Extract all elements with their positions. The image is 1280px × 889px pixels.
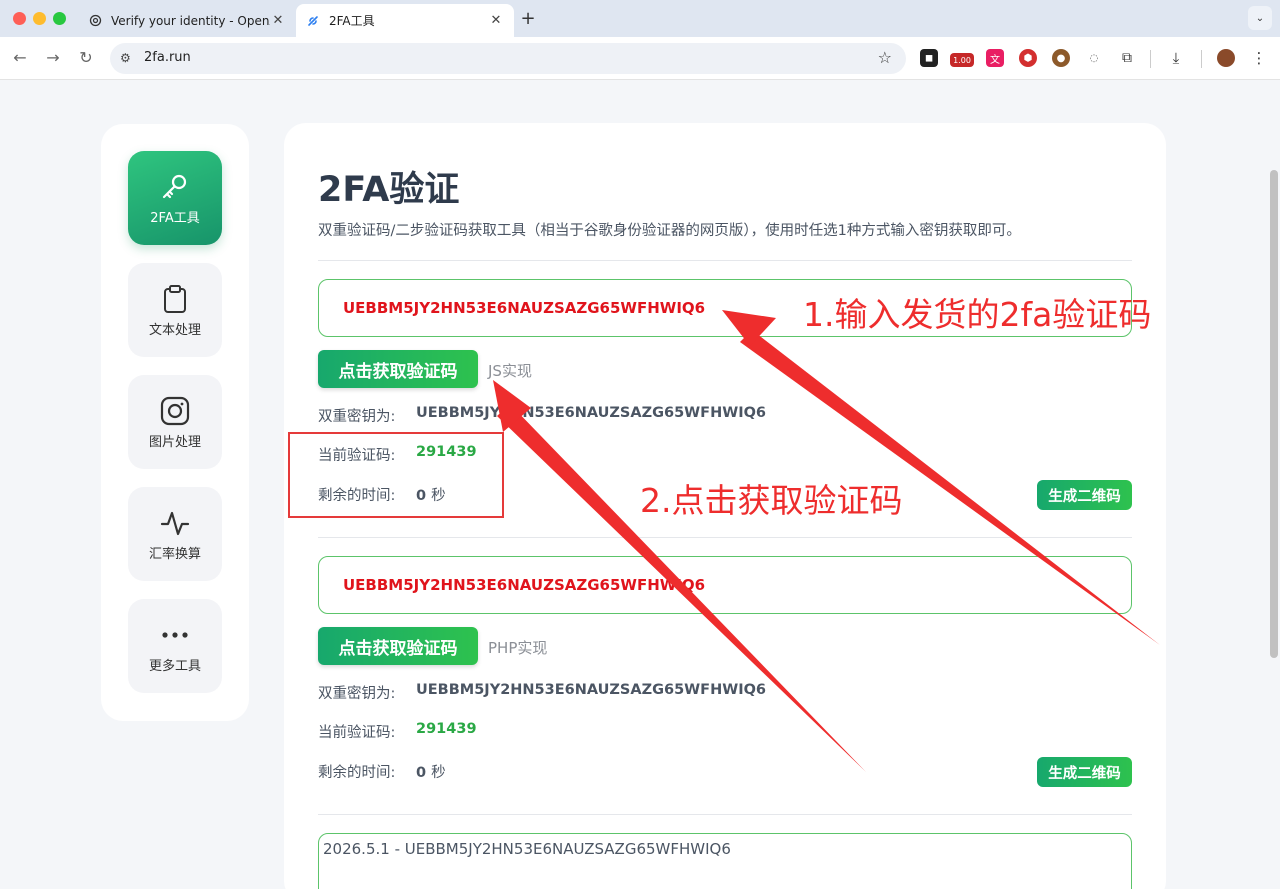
openai-icon (88, 14, 102, 28)
2fa-site-icon (306, 14, 320, 28)
divider (318, 814, 1132, 815)
toolbar-divider (1150, 50, 1151, 68)
sidebar-item-label: 更多工具 (148, 658, 201, 674)
close-window-button[interactable] (13, 12, 26, 25)
generate-qr-button-php[interactable]: 生成二维码 (1037, 757, 1132, 787)
close-tab-icon[interactable]: ✕ (488, 13, 504, 28)
more-dots-icon (161, 619, 189, 651)
impl-label: JS实现 (488, 362, 532, 380)
browser-tab-bar: Verify your identity - OpenAI ✕ 2FA工具 ✕ … (0, 0, 1280, 37)
divider (318, 260, 1132, 261)
reload-icon[interactable]: ↻ (76, 48, 96, 67)
secret-input-php[interactable]: UEBBM5JY2HN53E6NAUZSAZG65WFHWIQ6 (318, 556, 1132, 614)
close-tab-icon[interactable]: ✕ (270, 13, 286, 28)
highlight-box (288, 432, 504, 518)
sidebar-item-image[interactable]: 图片处理 (128, 375, 222, 469)
sidebar-item-label: 图片处理 (148, 434, 201, 450)
get-code-button-js[interactable]: 点击获取验证码 (318, 350, 478, 388)
sidebar-item-text[interactable]: 文本处理 (128, 263, 222, 357)
bookmark-star-icon[interactable]: ☆ (878, 48, 892, 67)
divider (318, 537, 1132, 538)
minimize-window-button[interactable] (33, 12, 46, 25)
shield-extension-icon[interactable]: ⬢ (1019, 49, 1037, 67)
batch-secrets-textarea[interactable]: 2026.5.1 - UEBBM5JY2HN53E6NAUZSAZG65WFHW… (318, 833, 1132, 889)
generate-qr-button-js[interactable]: 生成二维码 (1037, 480, 1132, 510)
download-icon[interactable]: ⤓ (1167, 49, 1185, 67)
browser-tab-openai[interactable]: Verify your identity - OpenAI ✕ (78, 4, 296, 37)
chat-extension-icon[interactable]: ◌ (1085, 49, 1103, 67)
extension-icon[interactable]: ◼ (920, 49, 938, 67)
sidebar-item-exchange[interactable]: 汇率换算 (128, 487, 222, 581)
toolbar-divider (1201, 50, 1202, 68)
time-label: 剩余的时间: (318, 765, 396, 781)
new-tab-button[interactable]: + (518, 8, 538, 29)
sidebar-item-label: 文本处理 (148, 322, 201, 338)
time-unit: 秒 (431, 765, 446, 781)
time-value: 0 (416, 765, 427, 781)
camera-icon (160, 395, 190, 427)
key-icon (160, 171, 190, 203)
page-scrollbar[interactable] (1270, 170, 1278, 658)
extensions-puzzle-icon[interactable]: ⧉ (1118, 49, 1136, 67)
back-arrow-icon[interactable]: ← (10, 48, 30, 67)
url-text[interactable]: 2fa.run (144, 50, 191, 65)
annotation-step-1: 1.输入发货的2fa验证码 (803, 295, 1152, 334)
tab-search-chevron-icon[interactable]: ⌄ (1248, 6, 1272, 30)
impl-label: PHP实现 (488, 639, 548, 657)
secret-label: 双重密钥为: (318, 686, 396, 702)
address-bar[interactable]: ⚙ 2fa.run ☆ (110, 43, 906, 74)
forward-arrow-icon[interactable]: → (43, 48, 63, 67)
tools-sidebar: 2FA工具 文本处理 图片处理 汇率换算 更多工具 (101, 124, 249, 721)
annotation-step-2: 2.点击获取验证码 (640, 481, 903, 520)
clipboard-icon (162, 283, 188, 315)
browser-menu-icon[interactable]: ⋮ (1250, 49, 1268, 67)
secret-display: UEBBM5JY2HN53E6NAUZSAZG65WFHWIQ6 (416, 405, 767, 421)
translate-extension-icon[interactable]: 文 (986, 49, 1004, 67)
get-code-button-php[interactable]: 点击获取验证码 (318, 627, 478, 665)
site-info-icon[interactable]: ⚙ (120, 51, 131, 65)
sidebar-item-2fa[interactable]: 2FA工具 (128, 151, 222, 245)
sidebar-item-label: 汇率换算 (148, 546, 201, 562)
sidebar-item-label: 2FA工具 (150, 210, 200, 226)
browser-tab-2fa[interactable]: 2FA工具 ✕ (296, 4, 514, 37)
cookie-extension-icon[interactable]: ● (1052, 49, 1070, 67)
code-label: 当前验证码: (318, 725, 396, 741)
page-description: 双重验证码/二步验证码获取工具（相当于谷歌身份验证器的网页版），使用时任选1种方… (318, 223, 1021, 239)
profile-avatar[interactable] (1217, 49, 1235, 67)
secret-display: UEBBM5JY2HN53E6NAUZSAZG65WFHWIQ6 (416, 682, 767, 698)
extension-badge[interactable]: 1.00 (950, 53, 974, 67)
page-title: 2FA验证 (318, 170, 460, 210)
tab-title: 2FA工具 (329, 14, 375, 28)
remaining-time: 0 秒 (416, 761, 446, 782)
browser-toolbar: ← → ↻ ⚙ 2fa.run ☆ ◼ 1.00 文 ⬢ ● ◌ ⧉ ⤓ ⋮ (0, 37, 1280, 80)
sidebar-item-more[interactable]: 更多工具 (128, 599, 222, 693)
secret-label: 双重密钥为: (318, 409, 396, 425)
activity-icon (160, 507, 190, 539)
current-code: 291439 (416, 721, 477, 737)
tab-title: Verify your identity - OpenAI (111, 13, 270, 28)
maximize-window-button[interactable] (53, 12, 66, 25)
